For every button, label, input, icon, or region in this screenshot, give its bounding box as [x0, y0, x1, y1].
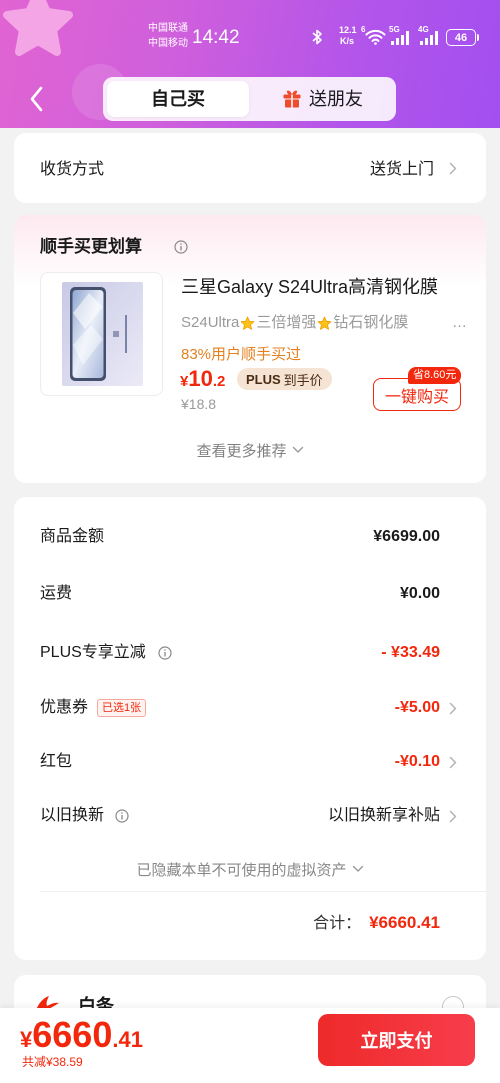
info-icon[interactable]: [174, 240, 188, 259]
star-icon: [241, 316, 255, 330]
network-speed: 12.1: [339, 25, 357, 35]
row-value: - ¥33.49: [381, 644, 440, 661]
row-label: 以旧换新: [40, 807, 105, 824]
button-label: 一键购买: [384, 388, 449, 406]
signal-icon: [419, 31, 439, 50]
original-price: ¥18.8: [181, 396, 217, 412]
row-label: 运费: [40, 585, 73, 602]
button-label: 立即支付: [360, 1031, 433, 1051]
battery-level: 46: [454, 31, 468, 44]
chevron-down-icon: [352, 865, 363, 872]
link-label: 查看更多推荐: [196, 442, 287, 460]
tab-send-to-friend[interactable]: 送朋友: [253, 81, 392, 117]
chevron-right-icon: [449, 162, 457, 175]
price-summary-card: 商品金额 ¥6699.00 运费 ¥0.00 PLUS专享立减 - ¥33.49…: [14, 497, 486, 960]
summary-row-coupon[interactable]: 优惠券 已选1张 -¥5.00: [14, 688, 486, 728]
row-value: ¥6699.00: [373, 528, 440, 545]
product-price: ¥ 10 .2: [180, 366, 225, 392]
checkout-bar: ¥ 6660 .41 共减¥38.59 立即支付: [0, 1008, 500, 1083]
subtitle-part: S24Ultra: [181, 314, 240, 331]
total-label: 合计：: [313, 915, 362, 932]
add-on-recommendation-card: 顺手买更划算 三星Galaxy S24Ultra高清钢化膜 S24Ultra 三…: [14, 215, 486, 483]
social-proof-text: 83%用户顺手买过: [181, 346, 302, 363]
summary-row-trade-in[interactable]: 以旧换新 以旧换新享补贴: [14, 796, 486, 836]
wifi-icon: [365, 29, 386, 50]
purchase-mode-toggle: 自己买 送朋友: [103, 77, 396, 121]
gift-icon: [282, 89, 302, 109]
chevron-down-icon: [292, 446, 303, 453]
row-value: 以旧换新享补贴: [327, 807, 440, 824]
signal-icon: [390, 31, 410, 50]
star-icon: [318, 316, 332, 330]
plus-label: PLUS: [246, 371, 281, 387]
order-total: 合计： ¥6660.41: [313, 909, 440, 933]
back-button[interactable]: [24, 84, 52, 114]
chevron-right-icon: [449, 810, 457, 823]
chevron-right-icon: [449, 756, 457, 769]
subtitle-ellipsis: …: [452, 314, 467, 331]
order-confirm-page: 中国联通 中国移动 14:42 12.1 K/s 6 5G 4G 46 自己买 …: [0, 0, 500, 1083]
delivery-label: 收货方式: [40, 161, 105, 178]
savings-badge: 省8.60元: [408, 367, 462, 384]
tab-label: 自己买: [151, 89, 205, 109]
row-label: 红包: [40, 753, 73, 770]
row-value: -¥5.00: [394, 699, 440, 716]
row-label: PLUS专享立减: [40, 644, 146, 661]
price-symbol: ¥: [20, 1027, 33, 1052]
bluetooth-icon: [311, 28, 323, 51]
row-value: -¥0.10: [394, 753, 440, 770]
info-icon[interactable]: [115, 809, 129, 823]
hidden-assets-label: 已隐藏本单不可使用的虚拟资产: [136, 861, 347, 879]
tab-label: 送朋友: [309, 89, 363, 109]
row-label: 优惠券: [40, 699, 89, 716]
row-value: ¥0.00: [399, 585, 440, 602]
total-savings: 共减¥38.59: [22, 1055, 83, 1069]
subtitle-part: 钻石钢化膜: [333, 314, 409, 331]
delivery-method-row[interactable]: 收货方式 送货上门: [14, 133, 486, 203]
battery-icon: 46: [446, 29, 476, 46]
chevron-right-icon: [449, 702, 457, 715]
product-title[interactable]: 三星Galaxy S24Ultra高清钢化膜: [181, 275, 463, 299]
chevron-left-icon: [30, 86, 43, 112]
product-subtitle: S24Ultra 三倍增强 钻石钢化膜: [181, 313, 443, 333]
carrier-label: 中国移动: [148, 38, 188, 49]
network-speed-unit: K/s: [340, 36, 355, 46]
summary-row-shipping: 运费 ¥0.00: [14, 574, 486, 614]
price-integer: 10: [188, 366, 213, 391]
price-decimal: .2: [212, 373, 226, 390]
divider: [40, 891, 486, 892]
total-value: ¥6660.41: [369, 913, 440, 932]
subtitle-part: 三倍增强: [256, 314, 317, 331]
section-title: 顺手买更划算: [40, 237, 142, 256]
coupon-selected-tag: 已选1张: [97, 699, 147, 717]
status-time: 14:42: [192, 27, 240, 48]
pay-now-button[interactable]: 立即支付: [318, 1014, 475, 1066]
plus-price-badge: PLUS 到手价: [237, 368, 332, 390]
row-label: 商品金额: [40, 528, 105, 545]
price-integer: 6660: [32, 1014, 113, 1055]
hidden-virtual-assets-toggle[interactable]: 已隐藏本单不可使用的虚拟资产: [14, 859, 486, 879]
payable-amount: ¥ 6660 .41: [20, 1014, 143, 1056]
see-more-recommendations-link[interactable]: 查看更多推荐: [14, 440, 486, 460]
plus-suffix: 到手价: [283, 372, 323, 388]
summary-row-plus-discount: PLUS专享立减 - ¥33.49: [14, 633, 486, 673]
carrier-label: 中国联通: [148, 23, 188, 34]
info-icon[interactable]: [158, 646, 172, 660]
summary-row-red-packet[interactable]: 红包 -¥0.10: [14, 742, 486, 782]
tab-buy-for-self[interactable]: 自己买: [107, 81, 249, 117]
delivery-value: 送货上门: [369, 161, 434, 178]
price-symbol: ¥: [180, 373, 189, 390]
price-decimal: .41: [112, 1027, 143, 1052]
summary-row-goods-amount: 商品金额 ¥6699.00: [14, 517, 486, 557]
product-image[interactable]: [40, 272, 163, 396]
battery-tip: [477, 34, 479, 41]
